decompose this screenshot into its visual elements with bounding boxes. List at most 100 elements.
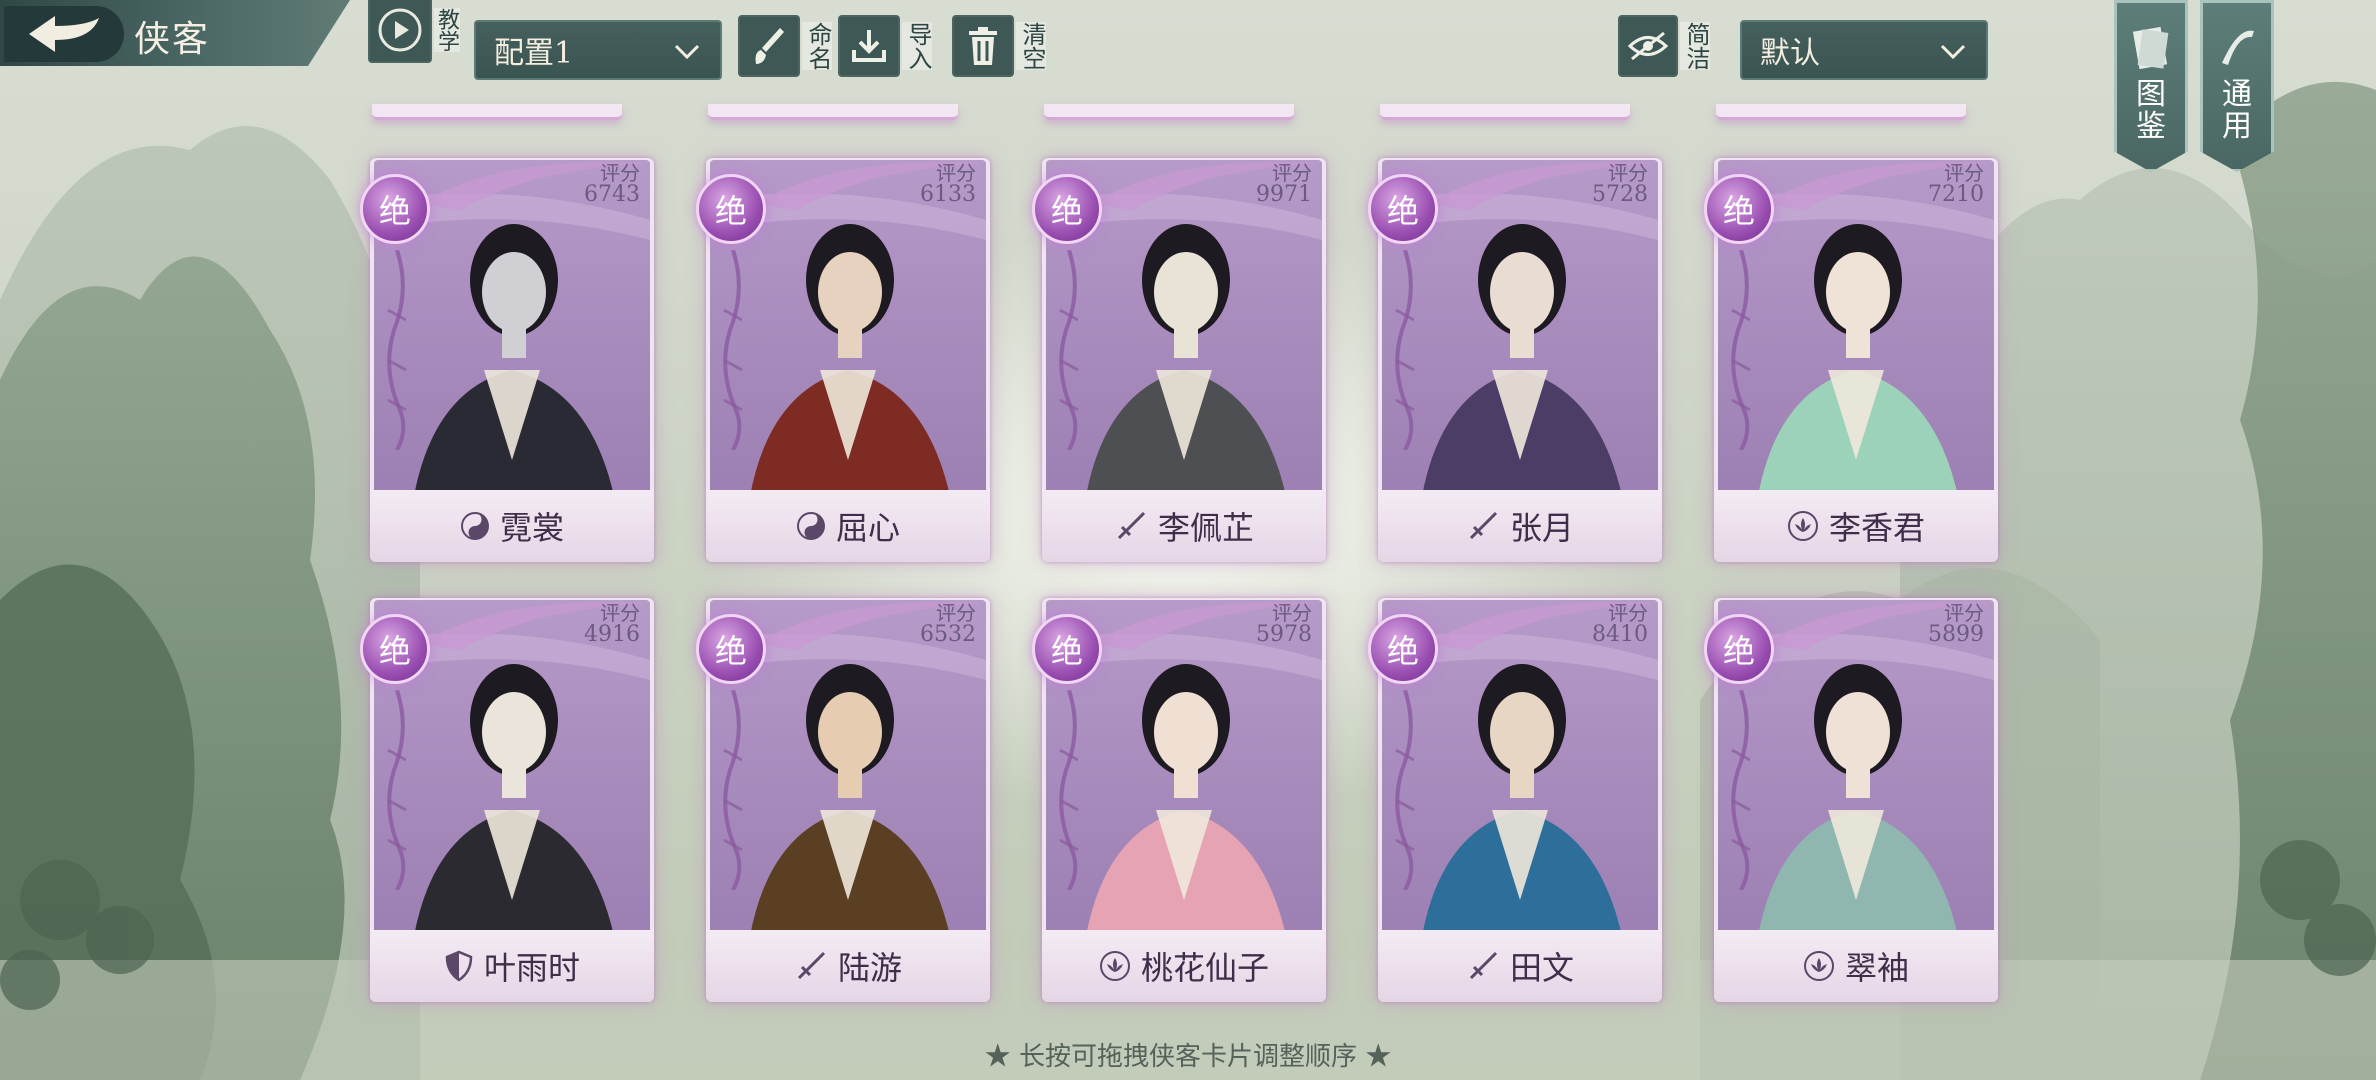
hero-card[interactable]: 绝 评分 6532 陆游 [696,590,990,1002]
back-button[interactable] [4,6,124,62]
score-label: 评分 [1272,161,1312,185]
import-label: 导入 [902,22,932,70]
score-label: 评分 [936,161,976,185]
card-side-decoration [1731,690,1751,890]
card-side-decoration [387,250,407,450]
hero-name: 张月 [1509,509,1574,547]
hero-name: 屈心 [835,509,900,547]
hero-name: 翠袖 [1844,949,1909,987]
book-icon [2132,26,2169,70]
chevron-down-icon [674,44,700,60]
clear-label: 清空 [1016,22,1046,70]
hero-name: 李香君 [1828,509,1925,547]
sword-icon [1466,949,1500,983]
score-value: 4916 [584,622,640,647]
sword-icon [1114,509,1148,543]
score-label: 评分 [1608,601,1648,625]
score-label: 评分 [600,161,640,185]
rank-badge: 绝 [696,174,766,244]
score-value: 5899 [1928,622,1984,647]
name-bar: 张月 [1378,490,1662,562]
score-value: 5978 [1256,622,1312,647]
score-display: 评分 5728 [1592,162,1648,206]
taiji-icon [796,511,826,541]
preset-select[interactable]: 配置1 [474,20,722,80]
shield-icon [444,950,474,982]
score-display: 评分 8410 [1592,602,1648,646]
score-display: 评分 6743 [584,162,640,206]
taiji-icon [460,511,490,541]
hero-card[interactable]: 绝 评分 9971 李佩芷 [1032,150,1326,562]
previous-row-card-edge [372,104,622,120]
rename-button[interactable]: 命名 [738,15,832,77]
hero-name: 陆游 [837,949,902,987]
tutorial-button[interactable]: 教学 [368,0,460,63]
previous-row-card-edge [708,104,958,120]
drag-hint-text: ★ 长按可拖拽侠客卡片调整顺序 ★ [984,1042,1392,1072]
rank-badge: 绝 [360,614,430,684]
name-bar: 翠袖 [1714,930,1998,1002]
name-bar: 田文 [1378,930,1662,1002]
name-bar: 陆游 [706,930,990,1002]
play-icon [378,8,422,52]
score-display: 评分 6133 [920,162,976,206]
score-value: 6133 [920,182,976,207]
rank-badge: 绝 [1032,174,1102,244]
lotus-icon [1803,950,1835,982]
hero-card[interactable]: 绝 评分 5728 张月 [1368,150,1662,562]
sort-select[interactable]: 默认 [1740,20,1988,80]
previous-row-card-edge [1044,104,1294,120]
score-label: 评分 [1608,161,1648,185]
card-side-decoration [1059,690,1079,890]
hero-name: 李佩芷 [1157,509,1254,547]
score-label: 评分 [1944,161,1984,185]
trash-icon [969,27,997,65]
brush-icon [755,28,784,64]
eye-hidden-icon [1627,31,1669,61]
rank-badge: 绝 [1704,174,1774,244]
page-title: 侠客 [134,19,211,60]
card-side-decoration [1395,250,1415,450]
scroll-icon [2222,30,2254,65]
score-value: 5728 [1592,182,1648,207]
hero-card[interactable]: 绝 评分 7210 李香君 [1704,150,1998,562]
card-side-decoration [723,690,743,890]
hero-card[interactable]: 绝 评分 4916 叶雨时 [360,590,654,1002]
card-side-decoration [1731,250,1751,450]
back-arrow-icon [29,16,99,52]
score-display: 评分 6532 [920,602,976,646]
preset-select-value: 配置1 [494,36,574,71]
atlas-tab[interactable]: 图鉴 [2114,0,2188,172]
score-display: 评分 5899 [1928,602,1984,646]
previous-row-card-edge [1380,104,1630,120]
sort-select-value: 默认 [1760,36,1820,71]
hero-card[interactable]: 绝 评分 6743 霓裳 [360,150,654,562]
score-label: 评分 [600,601,640,625]
score-value: 8410 [1592,622,1648,647]
name-bar: 李香君 [1714,490,1998,562]
score-label: 评分 [1944,601,1984,625]
hero-name: 霓裳 [499,509,564,547]
hero-card[interactable]: 绝 评分 6133 屈心 [696,150,990,562]
hero-name: 田文 [1509,949,1574,987]
lotus-icon [1787,510,1819,542]
hero-card[interactable]: 绝 评分 8410 田文 [1368,590,1662,1002]
name-bar: 李佩芷 [1042,490,1326,562]
hero-card[interactable]: 绝 评分 5978 桃花仙子 [1032,590,1326,1002]
atlas-label: 图鉴 [2136,77,2166,144]
concise-toggle[interactable]: 简洁 [1618,15,1710,77]
rank-badge: 绝 [696,614,766,684]
score-display: 评分 5978 [1256,602,1312,646]
card-side-decoration [1059,250,1079,450]
hero-name: 叶雨时 [483,949,580,987]
import-button[interactable]: 导入 [838,15,932,77]
hero-name: 桃花仙子 [1140,949,1269,987]
score-value: 9971 [1256,182,1312,207]
score-display: 评分 9971 [1256,162,1312,206]
hero-card[interactable]: 绝 评分 5899 翠袖 [1704,590,1998,1002]
rank-badge: 绝 [1032,614,1102,684]
clear-button[interactable]: 清空 [952,15,1046,77]
common-tab[interactable]: 通用 [2200,0,2274,172]
score-value: 6743 [584,182,640,207]
card-side-decoration [723,250,743,450]
